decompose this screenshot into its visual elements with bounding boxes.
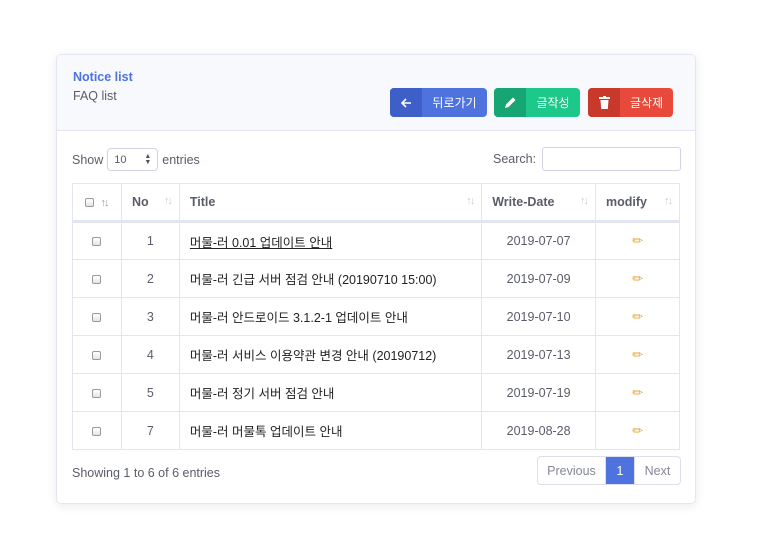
write-button-label: 글작성 bbox=[536, 96, 570, 110]
row-modify-cell: ✏ bbox=[595, 411, 680, 450]
back-button-label: 뒤로가기 bbox=[432, 96, 477, 110]
row-number: 3 bbox=[120, 297, 180, 336]
row-checkbox[interactable] bbox=[92, 237, 102, 247]
pencil-icon[interactable]: ✏ bbox=[632, 233, 643, 249]
pencil-icon[interactable]: ✏ bbox=[632, 271, 643, 287]
pencil-icon[interactable]: ✏ bbox=[632, 423, 643, 439]
sort-icon[interactable]: ↑↓ bbox=[100, 197, 109, 209]
pencil-icon[interactable]: ✏ bbox=[632, 385, 643, 401]
table-row: 2 머물-러 긴급 서버 점검 안내 (20190710 15:00) 2019… bbox=[72, 259, 680, 298]
row-date: 2019-07-07 bbox=[481, 221, 597, 260]
sort-icon: ↑↓ bbox=[664, 195, 673, 207]
row-select-cell bbox=[72, 373, 122, 412]
write-button[interactable]: 글작성 bbox=[494, 88, 580, 117]
row-checkbox[interactable] bbox=[92, 350, 102, 360]
pencil-icon[interactable]: ✏ bbox=[632, 347, 643, 363]
search-control: Search: bbox=[493, 147, 682, 171]
sort-icon: ↑↓ bbox=[163, 195, 173, 207]
row-modify-cell: ✏ bbox=[595, 297, 680, 336]
column-header-write-date[interactable]: Write-Date ↑↓ bbox=[481, 183, 597, 223]
pencil-icon bbox=[494, 88, 526, 117]
row-title[interactable]: 머물-러 안드로이드 3.1.2-1 업데이트 안내 bbox=[178, 297, 483, 336]
search-label: Search: bbox=[493, 152, 537, 166]
table-row: 7 머물-러 머물톡 업데이트 안내 2019-08-28 ✏ bbox=[72, 411, 680, 450]
row-title[interactable]: 머물-러 서비스 이용약관 변경 안내 (20190712) bbox=[178, 335, 483, 374]
sort-icon: ↑↓ bbox=[580, 195, 589, 207]
column-label-write-date: Write-Date bbox=[492, 195, 555, 209]
pencil-icon[interactable]: ✏ bbox=[632, 309, 643, 325]
row-number: 7 bbox=[120, 411, 180, 450]
row-title[interactable]: 머물-러 정기 서버 점검 안내 bbox=[178, 373, 483, 412]
row-number: 5 bbox=[120, 373, 180, 412]
table-header-row: ↑↓ No ↑↓ Title ↑↓ Write-Date ↑↓ modify ↑… bbox=[72, 183, 680, 223]
row-checkbox[interactable] bbox=[92, 426, 102, 436]
row-title-cell: 머물-러 0.01 업데이트 안내 bbox=[178, 221, 483, 260]
column-header-title[interactable]: Title ↑↓ bbox=[178, 183, 483, 223]
table-row: 5 머물-러 정기 서버 점검 안내 2019-07-19 ✏ bbox=[72, 373, 680, 412]
delete-button-label: 글삭제 bbox=[629, 96, 664, 110]
entries-label: entries bbox=[162, 152, 200, 167]
pagination: Previous 1 Next bbox=[537, 456, 681, 485]
select-all-header[interactable]: ↑↓ bbox=[72, 183, 122, 223]
column-label-title: Title bbox=[189, 195, 216, 209]
card-header: Notice list FAQ list 뒤로가기 글작성 글삭제 bbox=[57, 55, 695, 131]
arrow-left-icon bbox=[390, 88, 422, 117]
row-date: 2019-07-09 bbox=[481, 259, 597, 298]
row-modify-cell: ✏ bbox=[595, 259, 680, 298]
row-select-cell bbox=[72, 335, 122, 374]
column-header-modify[interactable]: modify ↑↓ bbox=[595, 183, 680, 223]
table-row: 4 머물-러 서비스 이용약관 변경 안내 (20190712) 2019-07… bbox=[72, 335, 680, 374]
previous-page-button[interactable]: Previous bbox=[538, 457, 606, 484]
show-label: Show bbox=[72, 152, 104, 167]
row-date: 2019-07-19 bbox=[481, 373, 597, 412]
row-modify-cell: ✏ bbox=[595, 221, 680, 260]
select-arrows-icon: ▲ ▼ bbox=[144, 152, 152, 166]
select-all-checkbox[interactable] bbox=[85, 198, 94, 208]
notice-card: Notice list FAQ list 뒤로가기 글작성 글삭제 Show 1… bbox=[56, 54, 696, 504]
row-title-link[interactable]: 머물-러 0.01 업데이트 안내 bbox=[190, 236, 332, 250]
table-info: Showing 1 to 6 of 6 entries bbox=[72, 466, 221, 480]
page-size-control: Show 10 ▲ ▼ entries bbox=[72, 148, 200, 171]
row-title[interactable]: 머물-러 머물톡 업데이트 안내 bbox=[178, 411, 483, 450]
page-size-value: 10 bbox=[114, 153, 127, 166]
page-size-select[interactable]: 10 ▲ ▼ bbox=[107, 148, 159, 171]
column-label-no: No bbox=[131, 195, 149, 209]
back-button[interactable]: 뒤로가기 bbox=[390, 88, 487, 117]
column-label-modify: modify bbox=[606, 195, 648, 209]
next-page-button[interactable]: Next bbox=[634, 457, 680, 484]
delete-button[interactable]: 글삭제 bbox=[588, 88, 673, 117]
row-select-cell bbox=[72, 259, 122, 298]
row-checkbox[interactable] bbox=[92, 312, 102, 322]
row-number: 4 bbox=[120, 335, 180, 374]
row-date: 2019-08-28 bbox=[481, 411, 597, 450]
notice-list-title[interactable]: Notice list bbox=[73, 70, 133, 84]
faq-list-link[interactable]: FAQ list bbox=[73, 89, 117, 103]
row-date: 2019-07-10 bbox=[481, 297, 597, 336]
sort-icon: ↑↓ bbox=[466, 195, 475, 207]
row-date: 2019-07-13 bbox=[481, 335, 597, 374]
row-select-cell bbox=[72, 221, 122, 260]
row-modify-cell: ✏ bbox=[595, 335, 680, 374]
row-select-cell bbox=[72, 411, 122, 450]
row-title[interactable]: 머물-러 긴급 서버 점검 안내 (20190710 15:00) bbox=[178, 259, 483, 298]
notice-table: ↑↓ No ↑↓ Title ↑↓ Write-Date ↑↓ modify ↑… bbox=[72, 183, 680, 450]
search-input[interactable] bbox=[542, 147, 682, 171]
column-header-no[interactable]: No ↑↓ bbox=[120, 183, 180, 223]
trash-icon bbox=[588, 88, 620, 117]
table-row: 1 머물-러 0.01 업데이트 안내 2019-07-07 ✏ bbox=[72, 221, 680, 260]
row-number: 2 bbox=[120, 259, 180, 298]
row-checkbox[interactable] bbox=[92, 388, 102, 398]
page-1-button[interactable]: 1 bbox=[606, 457, 634, 484]
row-modify-cell: ✏ bbox=[595, 373, 680, 412]
row-checkbox[interactable] bbox=[92, 274, 102, 284]
table-row: 3 머물-러 안드로이드 3.1.2-1 업데이트 안내 2019-07-10 … bbox=[72, 297, 680, 336]
row-number: 1 bbox=[120, 221, 180, 260]
row-select-cell bbox=[72, 297, 122, 336]
